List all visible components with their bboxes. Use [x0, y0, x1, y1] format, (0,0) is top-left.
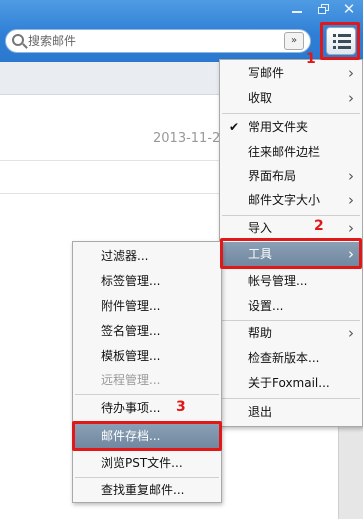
menu-item-label: 附件管理...: [101, 299, 161, 313]
menu-item-label: 检查新版本...: [248, 351, 320, 365]
menu-item-label: 帐号管理...: [248, 274, 308, 288]
search-input[interactable]: [28, 32, 278, 50]
menu-item-exit[interactable]: 退出: [220, 400, 362, 425]
menu-item-check-update[interactable]: 检查新版本...: [220, 346, 362, 371]
menu-item-label: 帮助: [248, 326, 273, 340]
annotation-box-1: [320, 22, 360, 60]
search-icon[interactable]: [12, 34, 24, 46]
submenu-item-remote: 远程管理...: [73, 368, 221, 393]
close-icon[interactable]: ✕: [338, 1, 360, 17]
annotation-number-2: 2: [314, 218, 324, 234]
minimize-icon[interactable]: [286, 1, 308, 17]
menu-item-accounts[interactable]: 帐号管理...: [220, 269, 362, 294]
menu-item-label: 签名管理...: [101, 324, 161, 338]
restore-icon[interactable]: [313, 1, 335, 17]
chevron-right-icon: ›: [348, 89, 354, 107]
menu-item-compose[interactable]: 写邮件 ›: [220, 61, 362, 86]
submenu-item-browse-pst[interactable]: 浏览PST文件...: [73, 451, 221, 476]
search-box: »: [5, 29, 311, 53]
menu-item-label: 关于Foxmail...: [248, 376, 330, 390]
menu-item-font-size[interactable]: 邮件文字大小 ›: [220, 188, 362, 213]
divider: [0, 193, 230, 194]
menu-item-label: 邮件文字大小: [248, 193, 321, 207]
chevron-right-icon: ›: [348, 324, 354, 342]
menu-item-label: 常用文件夹: [248, 120, 309, 134]
menu-separator: [222, 398, 360, 399]
tools-submenu: 过滤器... 标签管理... 附件管理... 签名管理... 模板管理... 远…: [72, 241, 222, 503]
menu-item-label: 浏览PST文件...: [101, 456, 183, 470]
menu-item-label: 标签管理...: [101, 274, 161, 288]
menu-item-label: 设置...: [248, 299, 284, 313]
menu-item-label: 往来邮件边栏: [248, 145, 321, 159]
submenu-item-attachments[interactable]: 附件管理...: [73, 294, 221, 319]
chevron-right-icon: ›: [348, 191, 354, 209]
search-options-icon[interactable]: »: [284, 32, 304, 50]
annotation-number-1: 1: [306, 51, 316, 67]
menu-item-label: 远程管理...: [101, 373, 161, 387]
submenu-item-tags[interactable]: 标签管理...: [73, 269, 221, 294]
menu-item-label: 查找重复邮件...: [101, 483, 185, 497]
annotation-box-2: [220, 238, 362, 269]
checkmark-icon: ✔: [229, 120, 240, 134]
menu-separator: [222, 113, 360, 114]
menu-item-contact-sidebar[interactable]: 往来邮件边栏: [220, 140, 362, 165]
menu-item-label: 模板管理...: [101, 349, 161, 363]
annotation-box-3: [72, 421, 222, 451]
annotation-number-3: 3: [176, 399, 186, 415]
menu-item-label: 退出: [248, 405, 273, 419]
menu-item-label: 界面布局: [248, 169, 297, 183]
scrollbar[interactable]: [338, 420, 363, 519]
chevron-right-icon: ›: [348, 64, 354, 82]
menu-item-label: 待办事项...: [101, 401, 161, 415]
menu-separator: [75, 394, 219, 395]
menu-item-help[interactable]: 帮助 ›: [220, 321, 362, 346]
menu-item-about[interactable]: 关于Foxmail...: [220, 371, 362, 396]
menu-item-receive[interactable]: 收取 ›: [220, 86, 362, 111]
menu-item-label: 过滤器...: [101, 249, 149, 263]
mail-date: 2013-11-2: [153, 131, 221, 146]
menu-item-settings[interactable]: 设置...: [220, 294, 362, 319]
submenu-item-signatures[interactable]: 签名管理...: [73, 319, 221, 344]
menu-item-label: 写邮件: [248, 66, 285, 80]
menu-item-label: 收取: [248, 91, 273, 105]
menu-item-common-folders[interactable]: ✔ 常用文件夹: [220, 115, 362, 140]
submenu-item-todo[interactable]: 待办事项...: [73, 396, 221, 421]
submenu-item-filters[interactable]: 过滤器...: [73, 244, 221, 269]
divider: [0, 160, 230, 161]
chevron-right-icon: ›: [348, 167, 354, 185]
submenu-item-find-duplicates[interactable]: 查找重复邮件...: [73, 478, 221, 503]
menu-item-layout[interactable]: 界面布局 ›: [220, 164, 362, 189]
submenu-item-templates[interactable]: 模板管理...: [73, 344, 221, 369]
